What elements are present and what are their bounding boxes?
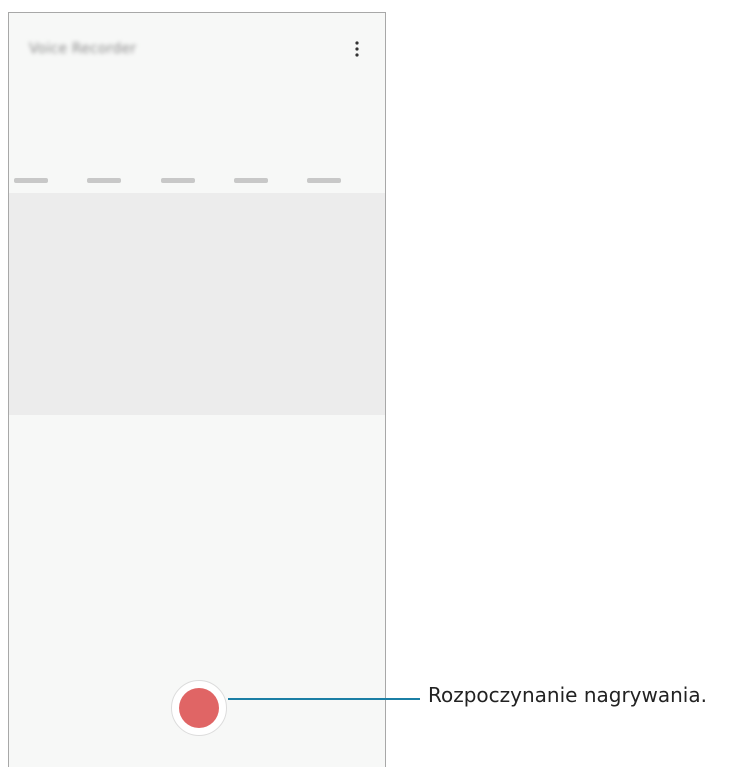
time-ruler-labels	[14, 178, 341, 183]
phone-screen: Voice Recorder	[8, 12, 386, 767]
time-label	[87, 178, 121, 183]
record-button[interactable]	[171, 680, 227, 736]
more-vert-icon	[355, 41, 359, 57]
more-options-button[interactable]	[347, 37, 367, 61]
time-label	[14, 178, 48, 183]
callout-leader-line	[228, 698, 420, 700]
waveform-area	[9, 193, 385, 415]
callout-label: Rozpoczynanie nagrywania.	[428, 683, 707, 707]
time-label	[161, 178, 195, 183]
time-label	[234, 178, 268, 183]
time-label	[307, 178, 341, 183]
record-icon	[179, 688, 219, 728]
app-title: Voice Recorder	[29, 41, 137, 57]
